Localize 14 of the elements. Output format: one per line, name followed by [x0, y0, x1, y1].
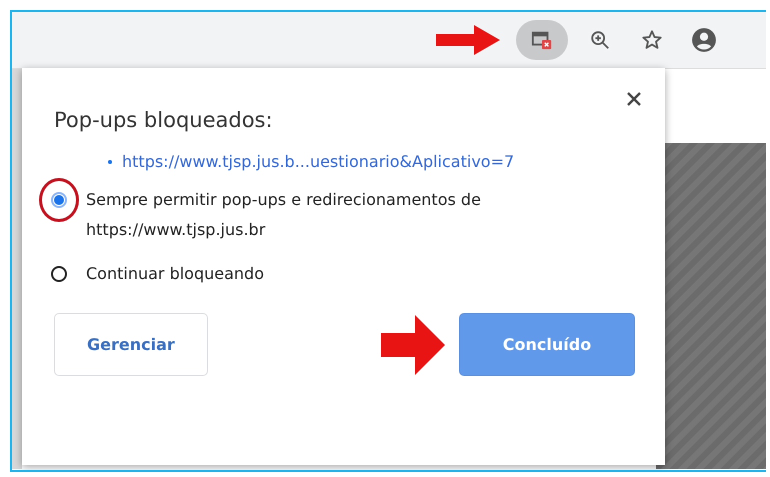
option-label: Continuar bloqueando: [86, 263, 265, 285]
option-label: Sempre permitir pop-ups e redirecionamentos de https://www.tjsp.jus.br: [86, 189, 482, 241]
done-button[interactable]: Concluído: [459, 313, 635, 376]
highlight-circle: [39, 178, 79, 222]
blocked-popup-icon[interactable]: [516, 20, 568, 60]
blocked-link[interactable]: https://www.tjsp.jus.b...uestionario&Aplicativo=7: [122, 152, 514, 171]
arrow-annotation-icon: [381, 314, 445, 374]
radio-button[interactable]: [51, 192, 67, 208]
radio-button[interactable]: [51, 266, 67, 282]
manage-button[interactable]: Gerenciar: [54, 313, 208, 376]
close-icon[interactable]: [627, 92, 641, 106]
arrow-annotation-icon: [436, 25, 500, 55]
popup-title: Pop-ups bloqueados:: [54, 108, 274, 132]
bullet-icon: [108, 160, 112, 164]
